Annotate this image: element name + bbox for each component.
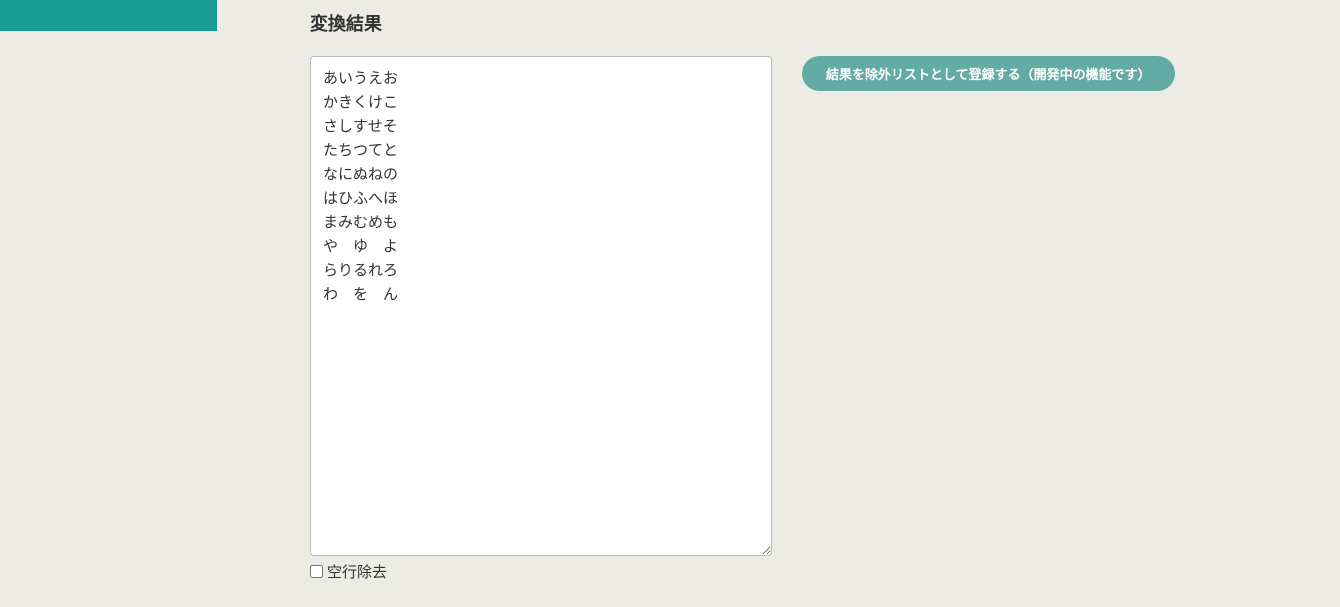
register-exclusion-button[interactable]: 結果を除外リストとして登録する（開発中の機能です） xyxy=(802,56,1175,91)
left-column: 空行除去 xyxy=(310,56,772,582)
right-column: 結果を除外リストとして登録する（開発中の機能です） xyxy=(802,56,1175,91)
result-heading: 変換結果 xyxy=(310,10,1180,36)
result-textarea[interactable] xyxy=(310,56,772,556)
remove-blank-lines-row[interactable]: 空行除去 xyxy=(310,561,772,582)
content-row: 空行除去 結果を除外リストとして登録する（開発中の機能です） xyxy=(310,56,1180,582)
remove-blank-lines-checkbox[interactable] xyxy=(310,565,323,578)
top-accent-bar xyxy=(0,0,217,31)
remove-blank-lines-label: 空行除去 xyxy=(327,561,387,582)
main-container: 変換結果 空行除去 結果を除外リストとして登録する（開発中の機能です） xyxy=(310,10,1180,582)
